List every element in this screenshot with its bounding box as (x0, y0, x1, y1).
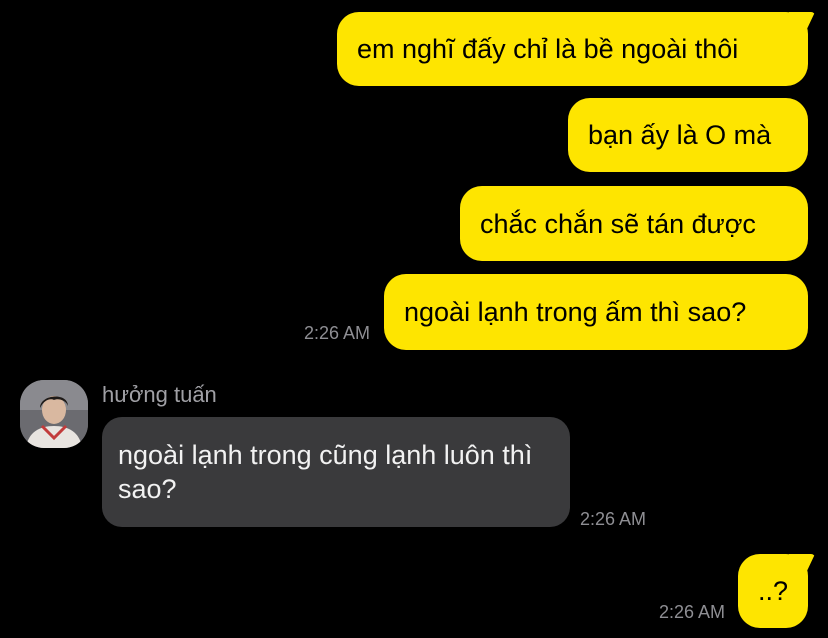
message-timestamp: 2:26 AM (580, 509, 647, 529)
message-timestamp: 2:26 AM (303, 323, 370, 343)
message-bubble-outgoing[interactable]: em nghĩ đấy chỉ là bề ngoài thôi (337, 12, 808, 86)
message-bubble-incoming[interactable]: ngoài lạnh trong cũng lạnh luôn thì sao? (102, 417, 570, 527)
message-text: bạn ấy là O mà (588, 120, 772, 150)
message-text: ..? (757, 576, 789, 606)
message-text: chắc chắn sẽ tán được (480, 208, 756, 239)
sender-name: hưởng tuấn (102, 382, 217, 407)
message-text: ngoài lạnh trong cũng lạnh luôn thì sao? (118, 440, 533, 504)
message-bubble-outgoing[interactable]: ..? (738, 554, 808, 628)
message-text: em nghĩ đấy chỉ là bề ngoài thôi (357, 34, 739, 64)
message-bubble-outgoing[interactable]: chắc chắn sẽ tán được (460, 186, 808, 261)
message-text: ngoài lạnh trong ấm thì sao? (404, 297, 747, 327)
sender-avatar[interactable] (20, 380, 88, 448)
message-bubble-outgoing[interactable]: bạn ấy là O mà (568, 98, 808, 172)
message-timestamp: 2:26 AM (658, 602, 725, 622)
avatar-photo-icon (20, 380, 88, 448)
message-bubble-outgoing[interactable]: ngoài lạnh trong ấm thì sao? (384, 274, 808, 350)
